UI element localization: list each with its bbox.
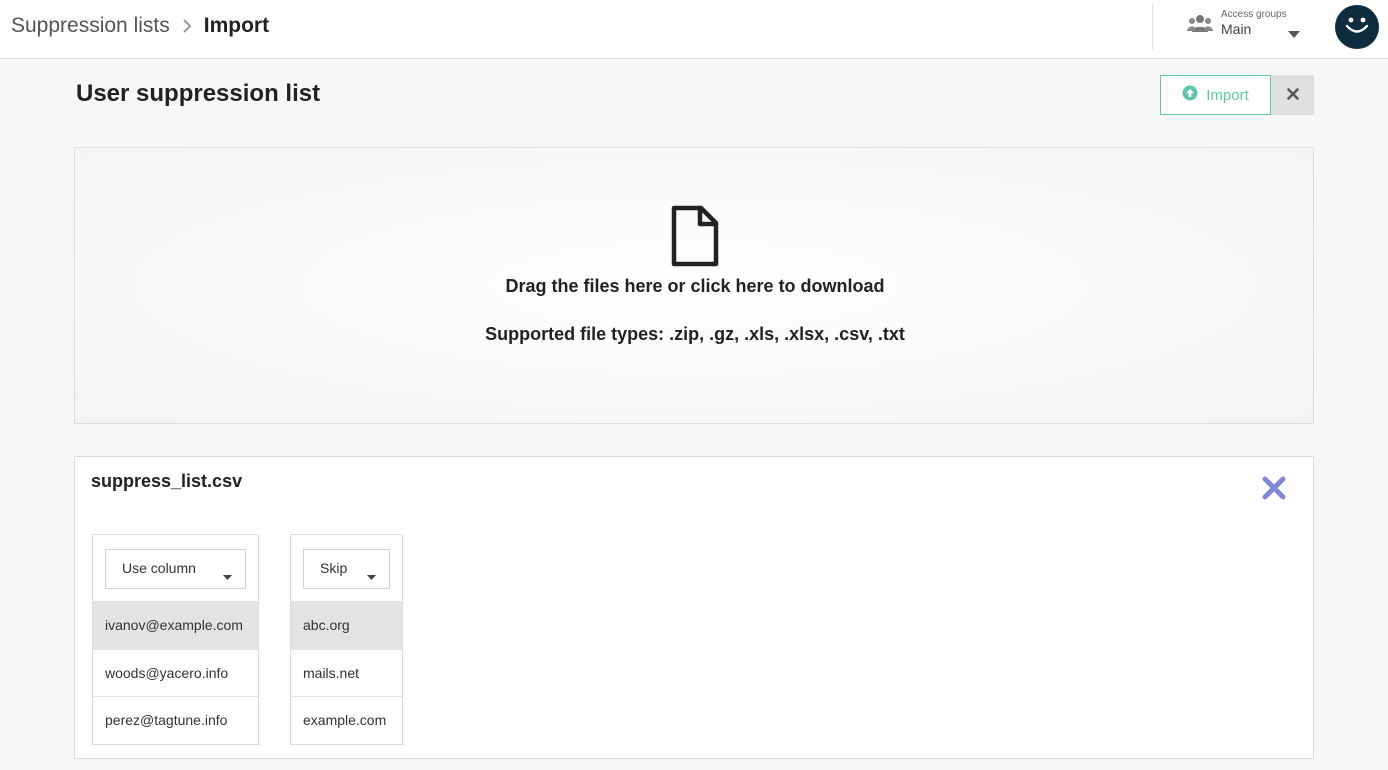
column-header: Use column [93,535,258,601]
table-cell: woods@yacero.info [93,648,258,697]
access-groups-dropdown[interactable]: Access groups Main [1187,8,1307,48]
breadcrumb-import: Import [203,14,270,37]
file-dropzone[interactable]: Drag the files here or click here to dow… [74,147,1314,424]
close-button[interactable] [1271,75,1314,115]
caret-down-icon [223,567,232,583]
close-x-icon[interactable] [1261,475,1287,506]
table-cell: abc.org [291,601,402,649]
avatar[interactable] [1335,5,1379,49]
caret-down-icon [1288,25,1300,43]
dropzone-instruction: Drag the files here or click here to dow… [505,276,885,296]
table-cell: perez@tagtune.info [93,696,258,744]
access-groups-value: Main [1221,21,1252,37]
header-divider [1152,4,1153,50]
column-header: Skip [291,535,402,601]
column-action-select[interactable]: Skip [303,549,390,589]
page-title: User suppression list [76,80,321,107]
import-button-label: Import [1206,86,1249,104]
table-cell: ivanov@example.com [93,601,258,649]
table-cell: example.com [291,696,402,744]
column-email: Use column ivanov@example.com woods@yace… [92,534,259,745]
file-icon [671,205,719,272]
smiley-face-icon [1340,8,1374,47]
import-button[interactable]: Import [1160,75,1271,115]
close-icon [1286,87,1299,103]
caret-down-icon [367,567,376,583]
supported-file-types: Supported file types: .zip, .gz, .xls, .… [485,324,905,344]
column-domain: Skip abc.org mails.net example.com [290,534,403,745]
breadcrumb: Suppression lists Import [11,14,269,38]
file-name: suppress_list.csv [91,471,243,491]
chevron-right-icon [182,18,192,34]
breadcrumb-suppression-lists[interactable]: Suppression lists [11,14,170,38]
upload-circle-icon [1182,85,1198,105]
access-groups-label: Access groups [1221,9,1287,20]
column-action-value: Use column [122,560,196,576]
top-bar: Suppression lists Import Access groups M… [0,0,1388,59]
file-panel: suppress_list.csv Use column ivanov@exam… [74,456,1314,759]
column-action-select[interactable]: Use column [105,549,246,589]
table-cell: mails.net [291,648,402,697]
column-action-value: Skip [320,560,348,576]
users-icon [1187,14,1213,39]
